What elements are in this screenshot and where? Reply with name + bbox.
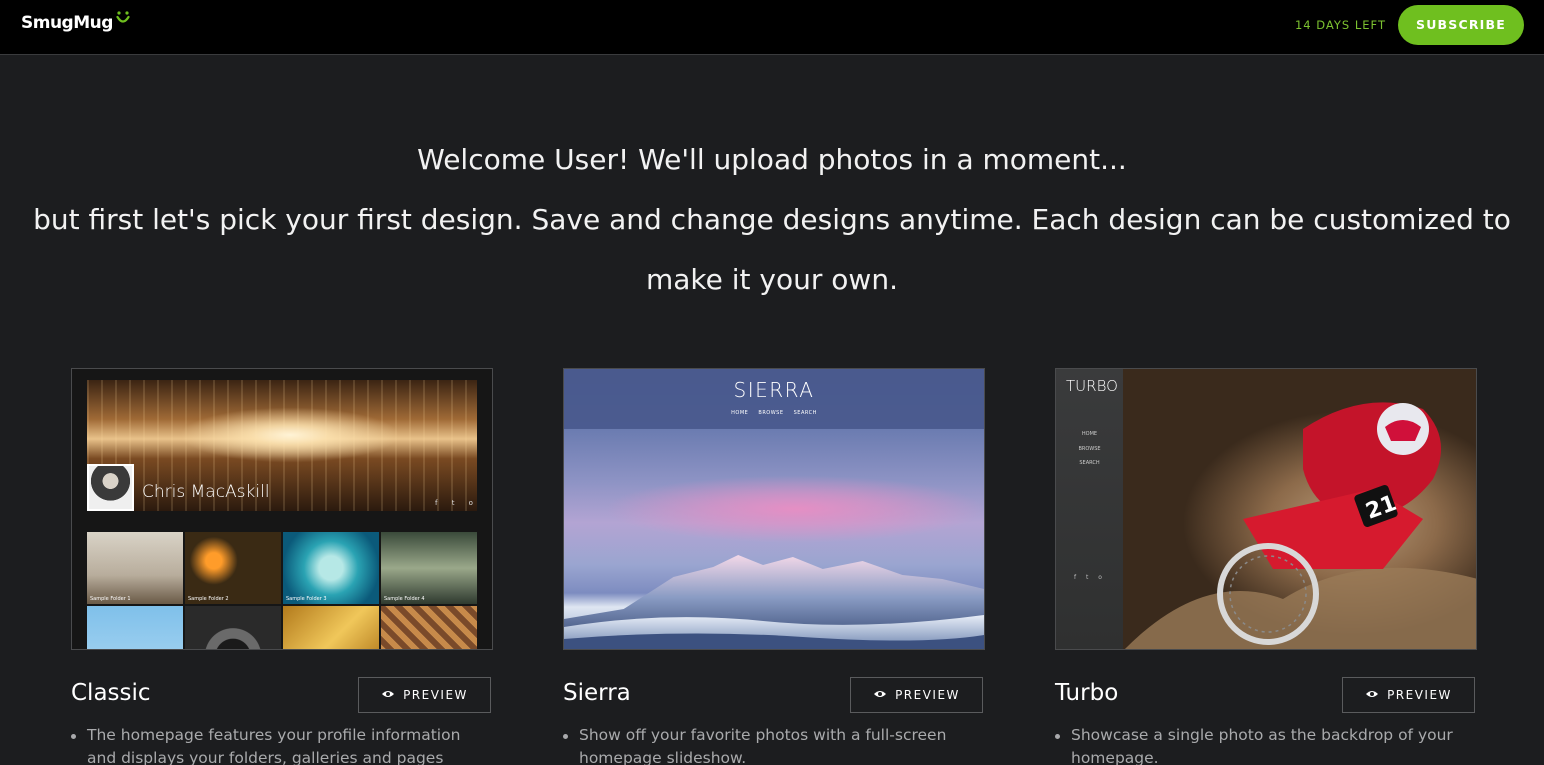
mountain-illustration xyxy=(564,555,984,649)
gallery-tile xyxy=(185,606,281,649)
turbo-nav: HOME BROWSE SEARCH xyxy=(1056,427,1123,471)
sierra-thumbnail[interactable]: SIERRA HOME BROWSE SEARCH xyxy=(563,368,985,650)
avatar xyxy=(87,464,134,511)
design-title: Sierra xyxy=(563,680,631,706)
folder-tile: Sample Folder 2 xyxy=(185,532,281,604)
motocross-photo: 21 xyxy=(1123,369,1476,649)
design-card-turbo: 21 TURBO HOME BROWSE SEARCH f t o Turbo … xyxy=(1055,368,1477,765)
design-title: Classic xyxy=(71,680,151,706)
social-icons: f t o xyxy=(435,499,479,507)
folder-label: Sample Folder 3 xyxy=(286,596,327,602)
welcome-line-3: make it your own. xyxy=(646,263,898,296)
preview-label: PREVIEW xyxy=(895,688,960,702)
subscribe-button[interactable]: SUBSCRIBE xyxy=(1398,5,1524,45)
turbo-site-title: TURBO xyxy=(1066,377,1118,395)
description-item: Showcase a single photo as the backdrop … xyxy=(1055,724,1477,765)
design-card-classic: Chris MacAskill f t o Sample Folder 1 Sa… xyxy=(71,368,493,765)
welcome-line-1: Welcome User! We'll upload photos in a m… xyxy=(417,143,1127,176)
design-title: Turbo xyxy=(1055,680,1119,706)
turbo-nav-item: HOME xyxy=(1081,431,1098,437)
preview-button-turbo[interactable]: PREVIEW xyxy=(1342,677,1475,713)
turbo-sidebar xyxy=(1056,369,1123,649)
welcome-message: Welcome User! We'll upload photos in a m… xyxy=(0,130,1544,310)
welcome-line-2: but first let's pick your first design. … xyxy=(33,203,1511,236)
turbo-nav-item: SEARCH xyxy=(1079,460,1100,466)
preview-label: PREVIEW xyxy=(403,688,468,702)
turbo-thumbnail[interactable]: 21 TURBO HOME BROWSE SEARCH f t o xyxy=(1055,368,1477,650)
turbo-nav-item: BROWSE xyxy=(1078,445,1101,452)
gallery-tile xyxy=(283,606,379,649)
folder-grid: Sample Folder 1 Sample Folder 2 Sample F… xyxy=(87,532,477,649)
sierra-site-title: SIERRA xyxy=(733,378,815,402)
top-bar: SmugMug 14 DAYS LEFT SUBSCRIBE xyxy=(0,0,1544,55)
sierra-nav: HOME BROWSE SEARCH xyxy=(731,410,817,416)
description-item: The homepage features your profile infor… xyxy=(71,724,493,765)
eye-icon xyxy=(381,688,395,702)
eye-icon xyxy=(1365,688,1379,702)
design-card-sierra: SIERRA HOME BROWSE SEARCH Sierra PREVIEW… xyxy=(563,368,985,765)
classic-thumbnail[interactable]: Chris MacAskill f t o Sample Folder 1 Sa… xyxy=(71,368,493,650)
preview-label: PREVIEW xyxy=(1387,688,1452,702)
preview-button-classic[interactable]: PREVIEW xyxy=(358,677,491,713)
smugmug-logo[interactable]: SmugMug xyxy=(21,10,131,33)
folder-tile: Sample Folder 1 xyxy=(87,532,183,604)
folder-label: Sample Folder 4 xyxy=(384,596,425,602)
folder-tile: Sample Folder 3 xyxy=(283,532,379,604)
smile-logo-icon xyxy=(115,10,131,31)
preview-button-sierra[interactable]: PREVIEW xyxy=(850,677,983,713)
design-description: The homepage features your profile infor… xyxy=(71,724,493,765)
social-icons: f t o xyxy=(1074,574,1106,581)
design-description: Show off your favorite photos with a ful… xyxy=(563,724,985,765)
folder-tile: Sample Folder 4 xyxy=(381,532,477,604)
gallery-tile xyxy=(381,606,477,649)
description-item: Show off your favorite photos with a ful… xyxy=(563,724,985,765)
logo-text: SmugMug xyxy=(21,13,113,33)
motocross-rider-illustration: 21 xyxy=(1125,402,1476,649)
gallery-tile xyxy=(87,606,183,649)
folder-label: Sample Folder 1 xyxy=(90,596,131,602)
profile-name: Chris MacAskill xyxy=(142,482,270,502)
folder-label: Sample Folder 2 xyxy=(188,596,229,602)
design-description: Showcase a single photo as the backdrop … xyxy=(1055,724,1477,765)
trial-days-left: 14 DAYS LEFT xyxy=(1294,18,1386,32)
eye-icon xyxy=(873,688,887,702)
